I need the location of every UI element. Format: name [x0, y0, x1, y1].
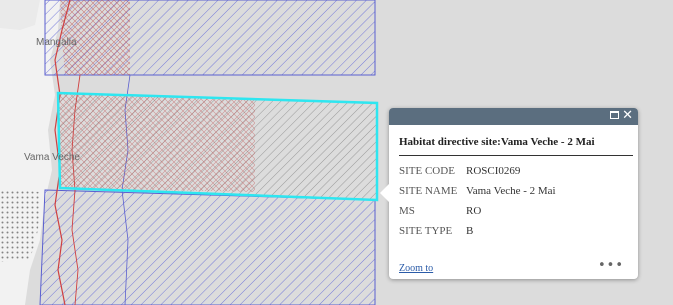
attribute-key: SITE NAME	[399, 185, 458, 197]
popup-divider	[399, 155, 633, 156]
close-icon[interactable]: ✕	[622, 109, 633, 123]
attribute-key: SITE CODE	[399, 165, 455, 177]
popup-header: ✕	[389, 108, 638, 125]
attribute-value: ROSCI0269	[466, 165, 521, 177]
attribute-value: B	[466, 225, 474, 237]
popup-pointer	[380, 183, 390, 203]
maximize-icon[interactable]	[610, 111, 619, 119]
attribute-key: MS	[399, 205, 415, 217]
place-label-vama-veche: Vama Veche	[24, 152, 80, 163]
zoom-to-link[interactable]: Zoom to	[399, 263, 433, 274]
attribute-value: Vama Veche - 2 Mai	[466, 185, 556, 197]
place-label-mangalia: Mangalia	[36, 37, 77, 48]
feature-popup: ✕ Habitat directive site:Vama Veche - 2 …	[380, 108, 638, 279]
marine-site-south[interactable]	[39, 189, 376, 305]
attribute-value: RO	[466, 205, 482, 217]
popup-title: Habitat directive site:Vama Veche - 2 Ma…	[399, 136, 595, 148]
selected-site-dense-hatch	[58, 93, 255, 192]
more-options-icon[interactable]: •••	[598, 258, 624, 273]
attribute-key: SITE TYPE	[399, 225, 453, 237]
